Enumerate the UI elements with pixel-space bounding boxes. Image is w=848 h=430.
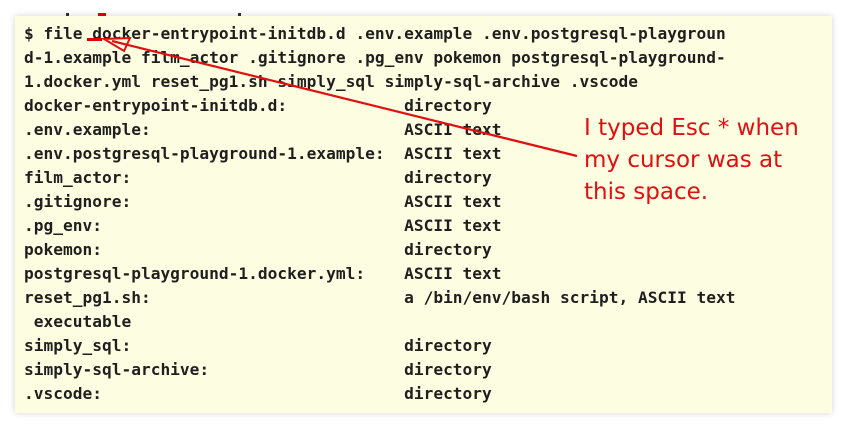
top-cropped-marks: [66, 13, 241, 16]
annotation-line: I typed Esc * when: [584, 115, 799, 141]
command-line-wrap: 1.docker.yml reset_pg1.sh simply_sql sim…: [24, 72, 638, 91]
command-line-wrap: d-1.example film_actor .gitignore .pg_en…: [24, 48, 726, 67]
annotation-callout: I typed Esc * when my cursor was at this…: [584, 112, 824, 208]
annotation-line: this space.: [584, 179, 709, 205]
output-line-wrap: executable: [24, 312, 132, 331]
terminal-output: $ file docker-entrypoint-initdb.d .env.e…: [24, 22, 735, 406]
output-line: reset_pg1.sh: a /bin/env/bash script, AS…: [24, 288, 736, 307]
output-line: postgresql-playground-1.docker.yml: ASCI…: [24, 264, 502, 283]
cursor-underline-mark: [87, 38, 102, 41]
output-line: .vscode: directory: [24, 384, 492, 403]
output-line: simply-sql-archive: directory: [24, 360, 492, 379]
output-line: simply_sql: directory: [24, 336, 492, 355]
command-line: $ file docker-entrypoint-initdb.d .env.e…: [24, 24, 726, 43]
output-line: pokemon: directory: [24, 240, 492, 259]
annotation-line: my cursor was at: [584, 147, 783, 173]
screenshot-frame: $ file docker-entrypoint-initdb.d .env.e…: [0, 0, 848, 430]
output-line: .pg_env: ASCII text: [24, 216, 502, 235]
